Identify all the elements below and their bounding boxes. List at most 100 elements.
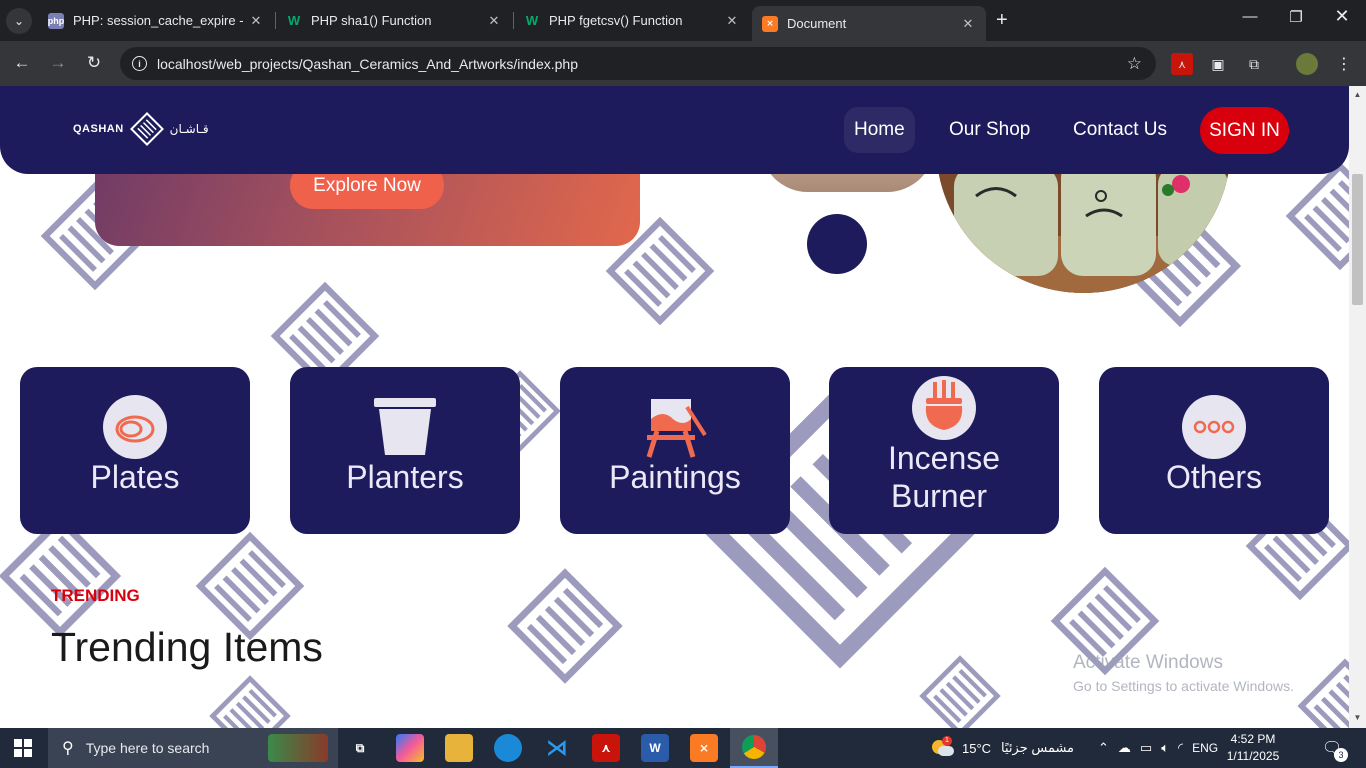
tab-php-fgetcsv[interactable]: W PHP fgetcsv() Function ✕: [514, 6, 750, 35]
close-icon[interactable]: ✕: [248, 13, 264, 29]
battery-icon[interactable]: ▭: [1140, 740, 1152, 756]
tab-title: Document: [787, 16, 847, 31]
scrollbar-thumb[interactable]: [1352, 174, 1363, 305]
xampp-taskbar-icon[interactable]: ⨯: [690, 734, 718, 762]
more-dots-icon: [1182, 395, 1246, 459]
new-tab-button[interactable]: +: [996, 9, 1008, 32]
copilot-icon[interactable]: [396, 734, 424, 762]
scroll-up-arrow[interactable]: ▲: [1349, 90, 1366, 104]
nav-our-shop[interactable]: Our Shop: [939, 107, 1040, 153]
reload-button[interactable]: ↻: [82, 53, 106, 73]
logo-text: QASHAN: [73, 123, 124, 135]
tab-search-button[interactable]: ⌄: [6, 7, 32, 34]
browser-toolbar: ← → ↻ i localhost/web_projects/Qashan_Ce…: [0, 41, 1366, 86]
tab-php-sha1[interactable]: W PHP sha1() Function ✕: [276, 6, 512, 35]
close-icon[interactable]: ✕: [486, 13, 502, 29]
bookmark-star-icon[interactable]: ☆: [1127, 54, 1142, 74]
category-label: Others: [1165, 459, 1263, 495]
w3schools-icon: W: [525, 13, 539, 28]
site-header: QASHAN قـاشـان Home Our Shop Contact Us …: [0, 86, 1349, 174]
logo-diamond-icon: [129, 112, 164, 146]
scroll-down-arrow[interactable]: ▼: [1349, 713, 1366, 727]
windows-start-icon[interactable]: [14, 739, 32, 757]
tab-php-session[interactable]: php PHP: session_cache_expire - Ma ✕: [38, 6, 274, 35]
window-close-button[interactable]: ✕: [1322, 6, 1362, 27]
volume-icon[interactable]: 🔈︎: [1161, 740, 1169, 756]
close-icon[interactable]: ✕: [960, 16, 976, 32]
site-info-icon[interactable]: i: [132, 56, 147, 71]
decorative-dot: [807, 214, 867, 274]
tab-title: PHP fgetcsv() Function: [549, 13, 683, 28]
category-label-line2: Burner: [890, 478, 988, 514]
acrobat-icon[interactable]: ⋏: [592, 734, 620, 762]
category-label: Plates: [90, 459, 180, 495]
category-label: Paintings: [609, 459, 741, 495]
url-text: localhost/web_projects/Qashan_Ceramics_A…: [157, 55, 578, 72]
chevron-up-icon[interactable]: ⌃: [1098, 740, 1109, 756]
web-page: QASHAN قـاشـان Home Our Shop Contact Us …: [0, 86, 1349, 728]
minimize-button[interactable]: —: [1230, 8, 1270, 25]
extensions-icon[interactable]: ⧉: [1243, 53, 1265, 75]
file-explorer-icon[interactable]: [445, 734, 473, 762]
w3schools-icon: W: [287, 13, 301, 28]
back-button[interactable]: ←: [10, 53, 34, 73]
taskbar-clock[interactable]: 4:52 PM 1/11/2025: [1222, 731, 1284, 765]
nav-contact-us[interactable]: Contact Us: [1063, 107, 1177, 153]
menu-kebab-icon[interactable]: ⋮: [1333, 53, 1355, 75]
reading-mode-icon[interactable]: ▣: [1207, 53, 1229, 75]
category-label: Planters: [346, 459, 464, 495]
sign-in-button[interactable]: SIGN IN: [1200, 107, 1289, 154]
windows-taskbar: ⚲ Type here to search ⧉ ⋊ ⋏ W ⨯ 1 15°C م…: [0, 728, 1366, 768]
nav-home[interactable]: Home: [844, 107, 915, 153]
php-icon: php: [48, 12, 64, 29]
restore-button[interactable]: ❐: [1276, 8, 1316, 26]
clock-date: 1/11/2025: [1226, 749, 1280, 763]
search-placeholder: Type here to search: [85, 740, 210, 756]
onedrive-cloud-icon[interactable]: ☁: [1118, 740, 1131, 756]
address-bar[interactable]: i localhost/web_projects/Qashan_Ceramics…: [120, 47, 1156, 80]
category-label-line1: Incense: [887, 440, 1001, 476]
weather-widget[interactable]: 1 15°C مشمس جزئيًا: [930, 728, 1074, 768]
task-view-icon[interactable]: ⧉: [346, 734, 374, 762]
weather-badge: 1: [942, 736, 952, 746]
search-icon: ⚲: [62, 740, 74, 757]
trending-tag: TRENDING: [51, 586, 140, 605]
category-card-paintings[interactable]: Paintings: [560, 367, 790, 534]
activate-windows-watermark: Activate Windows Go to Settings to activ…: [1073, 652, 1294, 694]
weather-temp: 15°C: [962, 740, 992, 756]
site-logo[interactable]: QASHAN قـاشـان: [73, 112, 209, 146]
watermark-line2: Go to Settings to activate Windows.: [1073, 678, 1294, 694]
system-tray: ⌃ ☁ ▭ 🔈︎ ◜ ENG: [1098, 728, 1218, 768]
wifi-icon[interactable]: ◜: [1178, 740, 1183, 756]
category-label: Incense Burner: [829, 439, 1059, 515]
clock-time: 4:52 PM: [1230, 732, 1276, 746]
language-indicator[interactable]: ENG: [1192, 741, 1218, 755]
weather-text: مشمس جزئيًا: [1001, 740, 1075, 755]
edge-icon[interactable]: [494, 734, 522, 762]
logo-arabic-text: قـاشـان: [169, 122, 209, 136]
word-icon[interactable]: W: [641, 734, 669, 762]
watermark-line1: Activate Windows: [1073, 652, 1223, 673]
plate-icon: [103, 395, 167, 459]
category-card-others[interactable]: Others: [1099, 367, 1329, 534]
tab-title: PHP: session_cache_expire - Ma: [73, 13, 248, 28]
category-card-incense-burner[interactable]: Incense Burner: [829, 367, 1059, 534]
widgets-football-icon[interactable]: [268, 734, 328, 762]
tab-document[interactable]: ⨯ Document ✕: [752, 6, 986, 41]
category-card-plates[interactable]: Plates: [20, 367, 250, 534]
notification-count: 3: [1334, 748, 1348, 762]
xampp-icon: ⨯: [762, 15, 778, 32]
vscode-icon[interactable]: ⋊: [543, 734, 571, 762]
planter-icon: [374, 398, 436, 455]
pdf-extension-icon[interactable]: ⋏: [1171, 53, 1193, 75]
incense-burner-icon: [912, 376, 976, 440]
profile-avatar[interactable]: [1296, 53, 1318, 75]
notification-center[interactable]: 🗨︎ 3: [1322, 728, 1348, 768]
close-icon[interactable]: ✕: [724, 13, 740, 29]
trending-title: Trending Items: [51, 624, 323, 670]
forward-button[interactable]: →: [46, 53, 70, 73]
chrome-taskbar-icon[interactable]: [730, 728, 778, 768]
category-card-planters[interactable]: Planters: [290, 367, 520, 534]
weather-sun-cloud-icon: 1: [930, 736, 954, 758]
tab-strip: ⌄ php PHP: session_cache_expire - Ma ✕ W…: [0, 0, 1366, 41]
